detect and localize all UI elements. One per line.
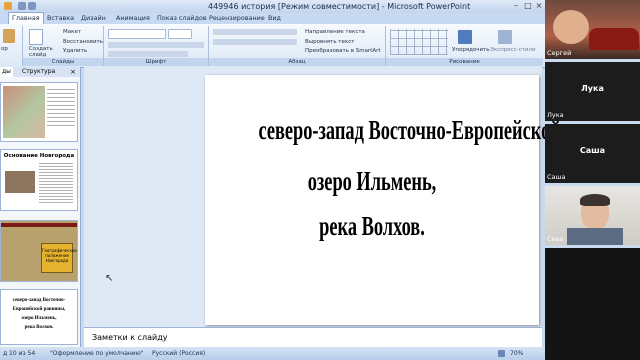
map-image [3, 86, 45, 138]
current-slide[interactable]: северо-запад Восточно-Европейской равнин… [205, 75, 640, 325]
shapes-gallery[interactable] [390, 29, 448, 55]
participant-tile[interactable]: Саша Саша [545, 124, 640, 183]
tab-view[interactable]: Вид [265, 13, 284, 24]
title-bar: 449946 история [Режим совместимости] - M… [0, 0, 545, 13]
slides-group: Создать слайд Макет Восстановить Удалить… [23, 26, 104, 66]
text-direction-button[interactable]: Направление текста [305, 29, 365, 35]
smartart-button[interactable]: Преобразовать в SmartArt [305, 48, 381, 54]
tab-outline[interactable]: Структура [20, 67, 57, 77]
thumbnail-line: река Волхов. [24, 325, 54, 330]
slide-thumbnail[interactable] [0, 82, 78, 142]
pane-tabs: ды Структура × [0, 67, 80, 77]
tab-insert[interactable]: Вставка [44, 13, 77, 24]
slide-editor: северо-запад Восточно-Европейской равнин… [84, 67, 640, 327]
tab-slides[interactable]: ды [0, 67, 13, 77]
participant-avatar-label: Лука [581, 84, 604, 93]
express-styles-button[interactable]: Экспресс-стили [490, 47, 536, 53]
layout-button[interactable]: Макет [63, 29, 81, 35]
tab-review[interactable]: Рецензирование [206, 13, 268, 24]
close-button[interactable]: × [533, 1, 545, 11]
participant-name: Лука [547, 111, 564, 119]
slide-counter: д 10 из 54 [3, 350, 36, 357]
participant-shirt [567, 228, 623, 245]
participant-tile[interactable]: Лука Лука [545, 62, 640, 121]
participant-video [553, 10, 589, 44]
font-format-buttons[interactable] [108, 42, 204, 48]
create-slide-button[interactable]: Создать слайд [29, 46, 53, 58]
new-slide-icon[interactable] [29, 29, 43, 45]
save-icon[interactable] [18, 2, 26, 10]
close-pane-icon[interactable]: × [70, 67, 76, 77]
participant-hair [580, 194, 610, 206]
font-name-input[interactable] [108, 29, 166, 39]
mouse-cursor: ↖ [105, 273, 114, 284]
clipboard-group: ор [0, 26, 23, 66]
participant-avatar-label: Саша [579, 146, 606, 155]
arrange-button[interactable]: Упорядочить [452, 47, 490, 53]
ribbon-tabs: Главная Вставка Дизайн Анимация Показ сл… [0, 12, 545, 25]
align-text-button[interactable]: Выровнять текст [305, 39, 354, 45]
drawing-group-label: Рисование [386, 58, 543, 66]
arrange-icon[interactable] [458, 30, 472, 44]
delete-button[interactable]: Удалить [63, 48, 87, 54]
painting-image [5, 171, 35, 193]
toy-car-image [589, 28, 639, 50]
tab-slideshow[interactable]: Показ слайдов [154, 13, 210, 24]
slide-line-3[interactable]: река Волхов. [258, 211, 485, 242]
participant-name: Саша [547, 173, 566, 181]
participant-tile[interactable]: Сева [545, 186, 640, 245]
thumbnail-text: северо-запад Восточно-Европейской равнин… [1, 296, 77, 332]
banner-strip [1, 223, 77, 227]
participant-name: Сергей [547, 49, 572, 57]
tab-design[interactable]: Дизайн [78, 13, 109, 24]
ribbon: ор Создать слайд Макет Восстановить Удал… [0, 24, 545, 68]
thumbnail-line: озеро Ильмень, [21, 316, 57, 321]
minimize-button[interactable]: – [510, 1, 522, 11]
paragraph-group: Направление текста Выровнять текст Преоб… [209, 26, 386, 66]
slide-thumbnail-current[interactable]: северо-запад Восточно-Европейской равнин… [0, 289, 78, 345]
font-group: Шрифт [104, 26, 209, 66]
drawing-group: Упорядочить Экспресс-стили Рисование [386, 26, 543, 66]
undo-icon[interactable] [28, 2, 36, 10]
align-buttons[interactable] [213, 39, 297, 45]
font-group-label: Шрифт [104, 58, 208, 66]
slide-line-1[interactable]: северо-запад Восточно-Европейской равнин… [258, 115, 640, 146]
reset-button[interactable]: Восстановить [63, 39, 103, 45]
slide-thumbnail[interactable]: Географическое положение Новгорода [0, 220, 78, 282]
paste-icon[interactable] [3, 29, 15, 43]
zoom-level[interactable]: 70% [510, 347, 523, 360]
office-button-icon[interactable] [4, 2, 12, 10]
thumbnail-text [39, 163, 73, 203]
paragraph-group-label: Абзац [209, 58, 385, 66]
list-buttons[interactable] [213, 29, 297, 35]
font-size-input[interactable] [168, 29, 192, 39]
paste-label: ор [1, 46, 8, 52]
language[interactable]: Русский (Россия) [152, 347, 205, 360]
theme-name: "Оформление по умолчанию" [50, 350, 144, 357]
slides-group-label: Слайды [23, 58, 103, 66]
empty-video-area [545, 248, 640, 360]
window-title: 449946 история [Режим совместимости] - M… [208, 2, 471, 11]
slides-pane: ды Структура × Основание Новгорода Геогр… [0, 67, 81, 347]
participant-tile[interactable]: Сергей [545, 0, 640, 59]
thumbnail-box: Географическое положение Новгорода [41, 243, 77, 273]
status-bar: д 10 из 54 "Оформление по умолчанию" Рус… [0, 347, 545, 360]
participant-name: Сева [547, 235, 564, 243]
slide-thumbnail[interactable]: Основание Новгорода [0, 149, 78, 211]
thumbnail-line: северо-запад Восточно-Европейской равнин… [12, 298, 66, 312]
view-normal-icon[interactable] [498, 350, 505, 357]
slide-line-2[interactable]: озеро Ильмень, [258, 166, 485, 197]
font-color-buttons[interactable] [108, 51, 188, 57]
thumbnail-title: Основание Новгорода [3, 153, 75, 159]
express-styles-icon[interactable] [498, 30, 512, 44]
notes-field[interactable]: Заметки к слайду [84, 327, 542, 347]
tab-animation[interactable]: Анимация [113, 13, 153, 24]
thumbnail-text [47, 89, 75, 129]
